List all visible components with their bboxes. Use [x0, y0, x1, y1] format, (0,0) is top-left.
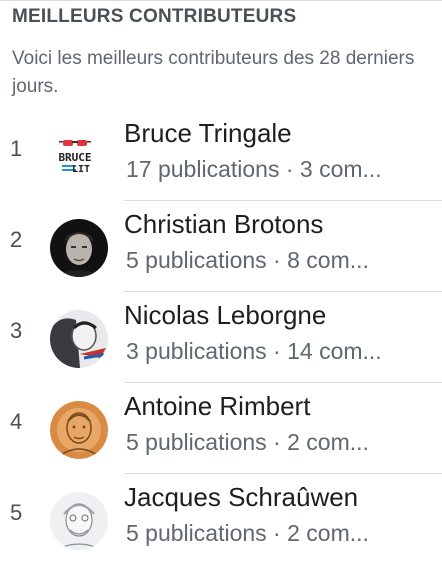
contributor-rank: 4 [10, 409, 23, 434]
contributor-rank: 1 [10, 136, 23, 161]
svg-text:LIT: LIT [72, 164, 90, 175]
contributor-stats: 5 publications · 2 com... [126, 520, 369, 546]
contributor-name[interactable]: Christian Brotons [124, 209, 323, 240]
user-avatar[interactable] [50, 492, 108, 550]
contributor-row[interactable]: 2 Christian Brotons 5 publications · 8 c… [0, 201, 442, 292]
contributor-row[interactable]: 4 Antoine Rimbert 5 publications · 2 com… [0, 383, 442, 474]
contributor-row[interactable]: 5 Jacques Schraûwen 5 publications · 2 c… [0, 474, 442, 565]
contributor-rank: 5 [10, 500, 23, 525]
contributor-stats: 17 publications · 3 com... [126, 156, 382, 182]
contributor-name[interactable]: Bruce Tringale [124, 118, 292, 149]
svg-text:BRUCE: BRUCE [58, 151, 91, 164]
top-contributors-panel: MEILLEURS CONTRIBUTEURS Voici les meille… [0, 0, 442, 569]
contributor-row[interactable]: 1 BRUCE LIT Bruce Tringale 17 publicatio… [0, 110, 442, 201]
contributor-stats: 5 publications · 8 com... [126, 247, 369, 273]
contributor-name[interactable]: Jacques Schraûwen [124, 482, 358, 513]
user-avatar[interactable] [50, 310, 108, 368]
user-avatar[interactable] [50, 219, 108, 277]
contributor-row[interactable]: 3 Nicolas Leborgne 3 publications · 14 c… [0, 292, 442, 383]
section-subtitle: Voici les meilleurs contributeurs des 28… [12, 48, 415, 97]
contributor-name[interactable]: Nicolas Leborgne [124, 300, 326, 331]
contributor-rank: 3 [10, 318, 23, 343]
contributor-name[interactable]: Antoine Rimbert [124, 391, 310, 422]
section-title: MEILLEURS CONTRIBUTEURS [12, 6, 297, 27]
contributor-stats: 5 publications · 2 com... [126, 429, 369, 455]
contributor-rank: 2 [10, 227, 23, 252]
contributor-stats: 3 publications · 14 com... [126, 338, 382, 364]
user-avatar[interactable] [50, 401, 108, 459]
bruce-lit-logo-icon[interactable]: BRUCE LIT [50, 128, 108, 186]
